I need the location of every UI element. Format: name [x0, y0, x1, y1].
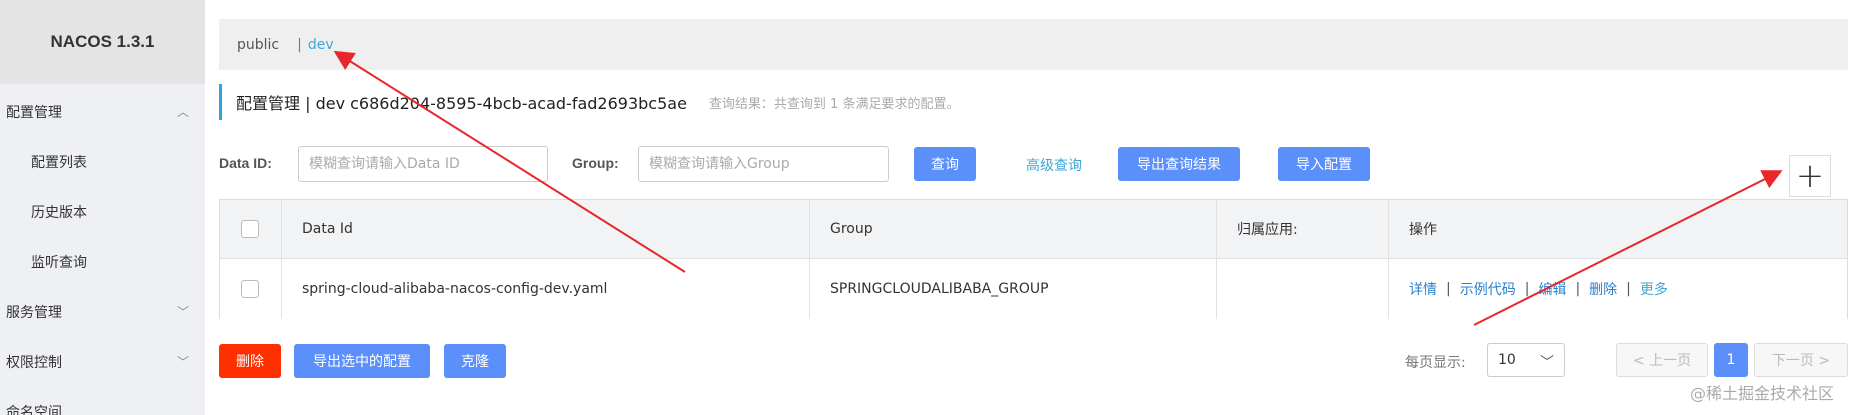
- sidebar-item-config-management[interactable]: 配置管理 ︿: [0, 92, 205, 132]
- header-app: 归属应用:: [1217, 200, 1389, 258]
- sidebar-item-label: 服务管理: [6, 305, 62, 321]
- sidebar-item-label: 配置列表: [31, 155, 87, 171]
- page-1-button[interactable]: 1: [1714, 343, 1748, 377]
- page-size-value: 10: [1498, 352, 1516, 368]
- sidebar-item-label: 权限控制: [6, 355, 62, 371]
- edit-link[interactable]: 编辑: [1538, 279, 1566, 299]
- sidebar-item-namespace[interactable]: 命名空间: [0, 392, 205, 415]
- dataid-input[interactable]: [298, 146, 548, 182]
- sample-code-link[interactable]: 示例代码: [1460, 279, 1516, 299]
- row-checkbox-cell: [220, 259, 282, 319]
- row-checkbox[interactable]: [241, 280, 259, 298]
- plus-icon: +: [1795, 156, 1825, 196]
- sidebar-item-service-management[interactable]: 服务管理 ﹀: [0, 292, 205, 332]
- more-link[interactable]: 更多: [1640, 279, 1668, 299]
- sidebar-item-label: 命名空间: [6, 405, 62, 415]
- namespace-public[interactable]: public: [237, 37, 279, 53]
- sidebar: NACOS 1.3.1 配置管理 ︿ 配置列表 历史版本 监听查询 服务管理 ﹀…: [0, 0, 205, 415]
- page-title: 配置管理 | dev c686d204-8595-4bcb-acad-fad26…: [219, 84, 959, 120]
- sidebar-item-history[interactable]: 历史版本: [0, 192, 205, 232]
- row-ops: 详情 | 示例代码 | 编辑 | 删除 | 更多: [1409, 279, 1668, 299]
- group-input[interactable]: [638, 146, 889, 182]
- page-size-label: 每页显示:: [1405, 355, 1466, 371]
- next-page-button[interactable]: 下一页 >: [1754, 343, 1848, 377]
- sidebar-item-label: 监听查询: [31, 255, 87, 271]
- query-button[interactable]: 查询: [914, 147, 976, 181]
- header-dataid: Data Id: [282, 200, 810, 258]
- export-results-button[interactable]: 导出查询结果: [1118, 147, 1240, 181]
- select-all-checkbox[interactable]: [241, 220, 259, 238]
- row-app: [1217, 259, 1389, 319]
- chevron-up-icon: ︿: [177, 105, 190, 119]
- import-config-button[interactable]: 导入配置: [1278, 147, 1370, 181]
- prev-page-button[interactable]: < 上一页: [1616, 343, 1708, 377]
- chevron-down-icon: ﹀: [177, 355, 190, 369]
- clone-button[interactable]: 克隆: [444, 344, 506, 378]
- add-config-button[interactable]: +: [1789, 155, 1831, 197]
- group-label: Group:: [572, 155, 619, 171]
- watermark: @稀土掘金技术社区: [1690, 384, 1835, 403]
- table-header: Data Id Group 归属应用: 操作: [220, 200, 1847, 259]
- advanced-query-link[interactable]: 高级查询: [1026, 155, 1082, 175]
- query-result-text: 查询结果：共查询到 1 条满足要求的配置。: [708, 96, 960, 112]
- sidebar-item-label: 历史版本: [31, 205, 87, 221]
- header-checkbox-cell: [220, 200, 282, 258]
- dataid-label: Data ID:: [219, 155, 272, 171]
- table-row: spring-cloud-alibaba-nacos-config-dev.ya…: [220, 259, 1847, 319]
- sidebar-item-label: 配置管理: [6, 105, 62, 121]
- config-table: Data Id Group 归属应用: 操作 spring-cloud-alib…: [219, 199, 1848, 319]
- chevron-down-icon: ﹀: [1540, 355, 1554, 371]
- namespace-bar: public | dev: [219, 19, 1848, 70]
- namespace-separator: |: [297, 36, 302, 53]
- delete-button[interactable]: 删除: [219, 344, 281, 378]
- detail-link[interactable]: 详情: [1409, 279, 1437, 299]
- sidebar-item-permission[interactable]: 权限控制 ﹀: [0, 342, 205, 382]
- chevron-down-icon: ﹀: [177, 305, 190, 319]
- sidebar-item-config-list[interactable]: 配置列表: [0, 142, 205, 182]
- export-selected-button[interactable]: 导出选中的配置: [294, 344, 430, 378]
- row-group: SPRINGCLOUDALIBABA_GROUP: [810, 259, 1217, 319]
- header-group: Group: [810, 200, 1217, 258]
- header-ops: 操作: [1409, 222, 1437, 238]
- page-size-select[interactable]: 10 ﹀: [1487, 343, 1565, 377]
- page-title-text: 配置管理 | dev c686d204-8595-4bcb-acad-fad26…: [236, 94, 687, 113]
- row-dataid: spring-cloud-alibaba-nacos-config-dev.ya…: [282, 259, 810, 319]
- app-logo: NACOS 1.3.1: [0, 0, 205, 84]
- namespace-dev[interactable]: dev: [308, 37, 334, 53]
- sidebar-item-listener-query[interactable]: 监听查询: [0, 242, 205, 282]
- delete-link[interactable]: 删除: [1589, 279, 1617, 299]
